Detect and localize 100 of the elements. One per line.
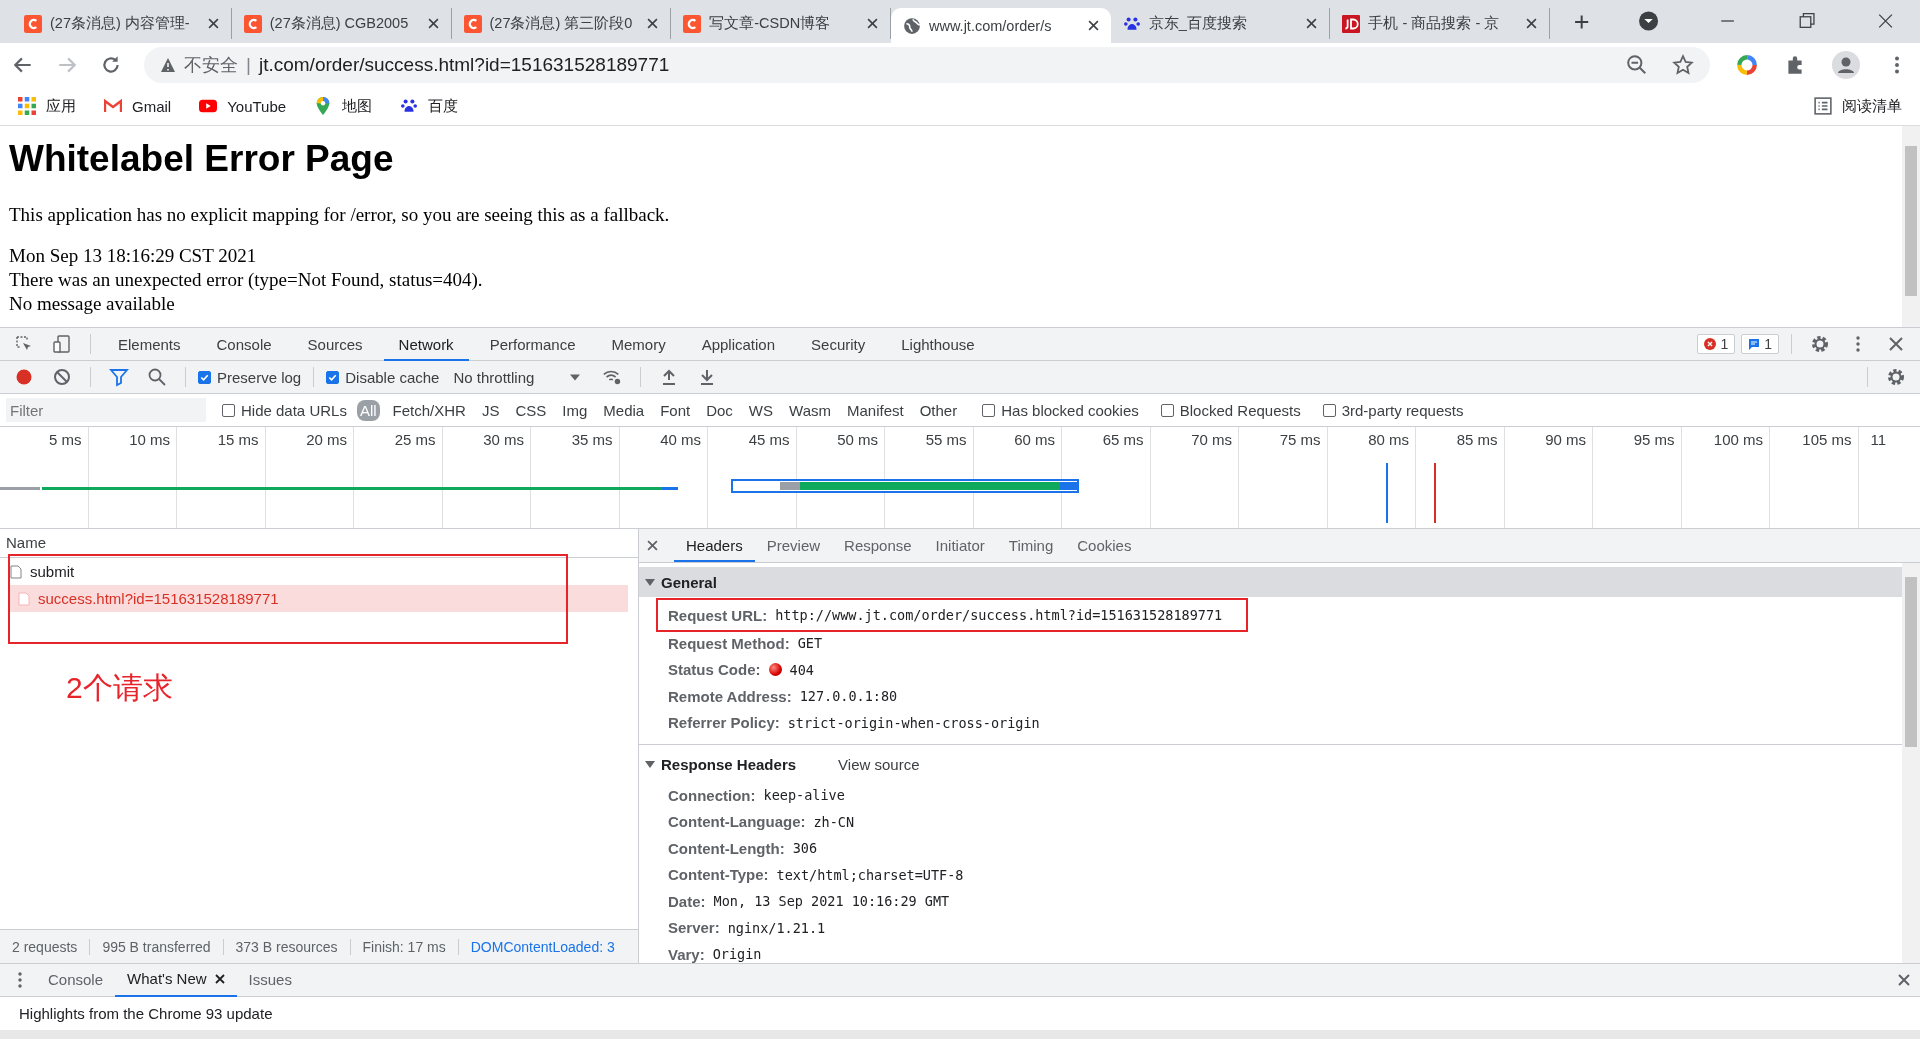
letter-c-icon bbox=[24, 14, 42, 33]
type-filter[interactable]: JS bbox=[478, 399, 503, 421]
devtools-tab[interactable]: Sources bbox=[292, 327, 378, 361]
devtools-tab[interactable]: Lighthouse bbox=[886, 327, 990, 361]
record-icon[interactable] bbox=[14, 367, 34, 387]
view-source-link[interactable]: View source bbox=[838, 755, 920, 773]
settings-icon[interactable] bbox=[1810, 334, 1830, 354]
close-icon[interactable] bbox=[207, 18, 219, 29]
reading-list-label: 阅读清单 bbox=[1842, 96, 1902, 116]
type-filter[interactable]: Wasm bbox=[786, 399, 834, 421]
devtools-tab[interactable]: Console bbox=[201, 327, 287, 361]
devtools-tab[interactable]: Performance bbox=[474, 327, 591, 361]
detail-tab[interactable]: Headers bbox=[674, 529, 755, 562]
time-tick: 11 bbox=[1870, 431, 1887, 448]
clear-icon[interactable] bbox=[52, 367, 72, 387]
type-filter[interactable]: Doc bbox=[703, 399, 736, 421]
scrollbar[interactable] bbox=[1902, 126, 1920, 327]
bookmark-label: 地图 bbox=[342, 96, 373, 116]
error-detail: There was an unexpected error (type=Not Found, status=404). bbox=[9, 268, 484, 292]
time-tick: 80 ms bbox=[1368, 431, 1409, 448]
header-name: Request URL: bbox=[668, 606, 768, 624]
document-icon bbox=[10, 564, 22, 579]
header-name: Content-Type: bbox=[668, 866, 769, 884]
address-field[interactable]: 不安全 | jt.com/order/success.html?id=151631528189771 bbox=[144, 47, 1710, 83]
tab-title: 京东_百度搜索 bbox=[1148, 14, 1248, 33]
devtools-tab[interactable]: Security bbox=[796, 327, 881, 361]
checkbox[interactable] bbox=[198, 370, 211, 384]
devtools-tab[interactable]: Application bbox=[686, 327, 791, 361]
close-icon[interactable] bbox=[1087, 20, 1099, 31]
checkbox[interactable] bbox=[982, 403, 996, 417]
message-count-badge[interactable]: 1 bbox=[1741, 334, 1779, 354]
ring-icon[interactable] bbox=[1736, 54, 1758, 76]
browser-tab[interactable]: 写文章-CSDN博客 bbox=[671, 8, 891, 39]
drawer-tab[interactable]: Issues bbox=[236, 963, 304, 997]
drawer-tab[interactable]: Console bbox=[36, 963, 116, 997]
checkbox[interactable] bbox=[222, 403, 235, 417]
type-filter[interactable]: Font bbox=[657, 399, 694, 421]
new-tab-icon[interactable] bbox=[1574, 14, 1590, 30]
square-logo-icon bbox=[1342, 14, 1361, 33]
close-icon[interactable] bbox=[867, 18, 878, 29]
close-icon[interactable] bbox=[1306, 18, 1318, 29]
type-filter[interactable]: Other bbox=[916, 399, 961, 421]
close-icon[interactable] bbox=[1526, 18, 1538, 29]
detail-tab[interactable]: Response bbox=[832, 529, 924, 562]
checkbox[interactable] bbox=[1322, 403, 1336, 417]
browser-tab[interactable]: www.jt.com/order/s bbox=[891, 8, 1111, 43]
type-filter[interactable]: WS bbox=[745, 399, 777, 421]
detail-tab[interactable]: Initiator bbox=[923, 529, 997, 562]
scrollbar[interactable] bbox=[1902, 563, 1920, 963]
preserve-log-checkbox[interactable]: Preserve log bbox=[198, 368, 302, 386]
tab-search-icon[interactable] bbox=[1637, 10, 1659, 32]
filter-checkbox[interactable]: Has blocked cookies bbox=[982, 401, 1139, 419]
settings-icon[interactable] bbox=[1886, 367, 1906, 387]
bookmark[interactable]: Gmail bbox=[104, 97, 172, 115]
browser-tab[interactable]: 手机 - 商品搜索 - 京 bbox=[1330, 8, 1551, 39]
device-icon[interactable] bbox=[52, 334, 72, 354]
type-filter[interactable]: Img bbox=[559, 399, 591, 421]
star-icon[interactable] bbox=[1672, 54, 1694, 76]
reading-list-button[interactable]: 阅读清单 bbox=[1814, 96, 1902, 116]
hide-data-urls-checkbox[interactable]: Hide data URLs bbox=[222, 401, 347, 419]
checkbox[interactable] bbox=[1160, 403, 1174, 417]
type-filter[interactable]: Manifest bbox=[844, 399, 907, 421]
bookmark[interactable]: YouTube bbox=[199, 97, 287, 115]
bookmark[interactable]: 地图 bbox=[314, 96, 373, 116]
detail-tab[interactable]: Cookies bbox=[1065, 529, 1144, 562]
browser-tab[interactable]: (27条消息) CGB2005 bbox=[231, 8, 452, 39]
request-row[interactable]: submit bbox=[0, 558, 638, 585]
type-filter[interactable]: Fetch/XHR bbox=[389, 399, 469, 421]
filter-checkbox[interactable]: Blocked Requests bbox=[1160, 401, 1301, 419]
section-header[interactable]: Response Headers bbox=[645, 755, 797, 773]
close-icon[interactable] bbox=[214, 974, 225, 984]
search-icon[interactable] bbox=[147, 367, 167, 387]
devtools-tab[interactable]: Elements bbox=[103, 327, 196, 361]
header-name: Content-Length: bbox=[668, 839, 785, 857]
detail-tab[interactable]: Preview bbox=[754, 529, 833, 562]
browser-tab[interactable]: (27条消息) 内容管理- bbox=[12, 8, 232, 39]
status-link[interactable]: DOMContentLoaded: 3 bbox=[458, 938, 627, 955]
disable-cache-checkbox[interactable]: Disable cache bbox=[326, 368, 440, 386]
zoom-out-icon[interactable] bbox=[1626, 54, 1648, 76]
error-count-badge[interactable]: 1 bbox=[1697, 334, 1736, 354]
request-row[interactable]: success.html?id=151631528189771 bbox=[8, 585, 628, 612]
close-icon[interactable] bbox=[427, 18, 439, 29]
browser-tab[interactable]: 京东_百度搜索 bbox=[1110, 8, 1331, 39]
detail-tab[interactable]: Timing bbox=[996, 529, 1066, 562]
throttling-dropdown[interactable]: No throttling bbox=[453, 368, 581, 386]
checkbox[interactable] bbox=[326, 370, 340, 384]
bookmark[interactable]: 应用 bbox=[18, 96, 76, 116]
filter-icon[interactable] bbox=[109, 367, 129, 387]
type-filter[interactable]: Media bbox=[600, 399, 648, 421]
section-header[interactable]: General bbox=[639, 567, 1902, 597]
filter-field[interactable]: Filter bbox=[6, 398, 206, 422]
browser-tab[interactable]: (27条消息) 第三阶段0 bbox=[451, 8, 672, 39]
type-filter[interactable]: CSS bbox=[512, 399, 550, 421]
profile-icon[interactable] bbox=[1832, 51, 1860, 79]
devtools-tab[interactable]: Memory bbox=[596, 327, 681, 361]
bookmark[interactable]: 百度 bbox=[400, 96, 459, 116]
filter-checkbox[interactable]: 3rd-party requests bbox=[1322, 401, 1464, 419]
reload-icon[interactable] bbox=[100, 54, 122, 76]
triangle-icon bbox=[645, 577, 655, 587]
close-icon[interactable] bbox=[647, 18, 659, 29]
